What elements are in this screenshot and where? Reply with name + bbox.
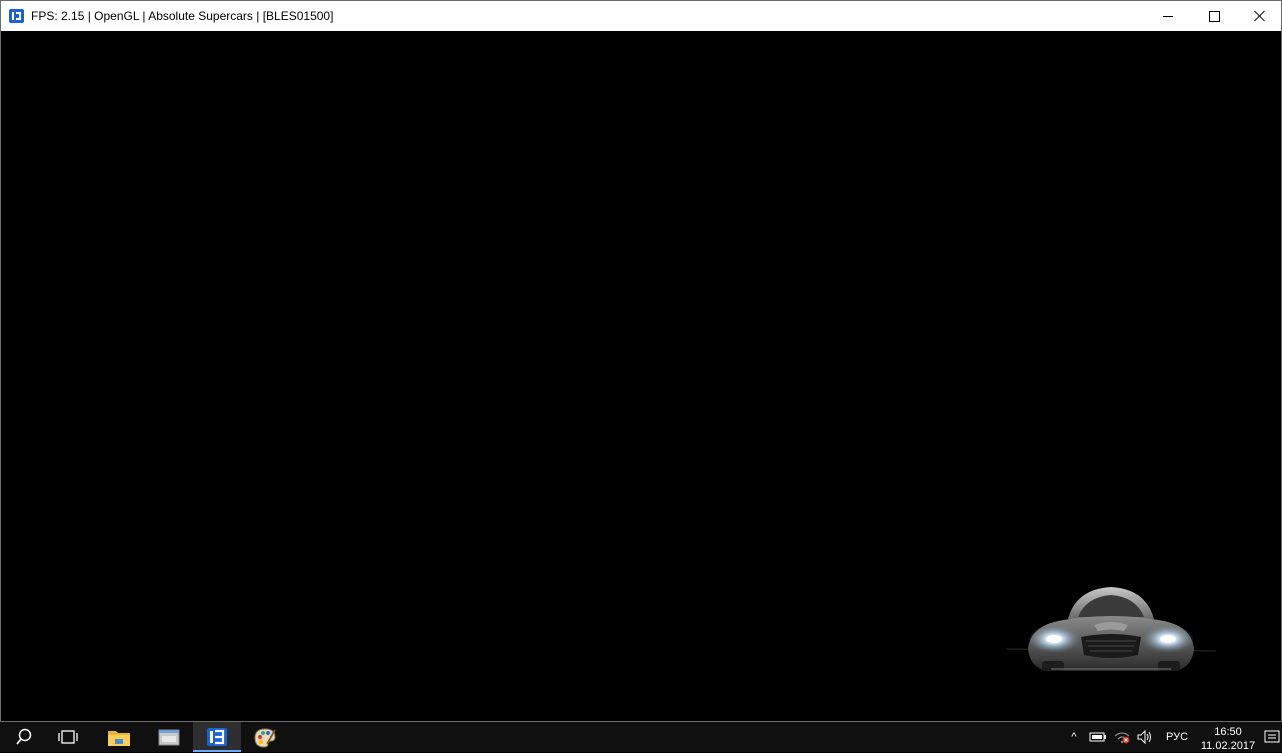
network-tray[interactable] <box>1112 722 1132 752</box>
rpcs3-icon <box>207 728 227 746</box>
taskbar-file-explorer[interactable] <box>95 722 143 752</box>
input-language[interactable]: РУС <box>1160 722 1194 752</box>
maximize-icon <box>1208 10 1220 22</box>
emulator-window: FPS: 2.15 | OpenGL | Absolute Supercars … <box>0 0 1282 722</box>
wifi-disconnected-icon <box>1114 732 1130 744</box>
task-view-icon <box>58 730 78 744</box>
window-title: FPS: 2.15 | OpenGL | Absolute Supercars … <box>31 9 334 23</box>
supercar-image <box>1006 587 1216 671</box>
show-hidden-icons-button[interactable]: ^ <box>1064 722 1084 752</box>
search-button[interactable] <box>0 722 48 752</box>
window-app-icon <box>158 729 180 746</box>
close-icon <box>1254 10 1266 22</box>
minimize-icon <box>1163 15 1173 17</box>
game-viewport[interactable] <box>1 31 1281 721</box>
taskbar-paint[interactable] <box>241 722 289 752</box>
clock-date: 11.02.2017 <box>1200 740 1256 752</box>
volume-icon <box>1137 730 1151 744</box>
action-center-button[interactable] <box>1262 722 1282 752</box>
rpcs3-icon <box>9 9 24 23</box>
search-icon <box>16 728 32 745</box>
chevron-up-icon: ^ <box>1071 731 1077 743</box>
clock[interactable]: 16:50 11.02.2017 <box>1196 725 1260 753</box>
task-view-button[interactable] <box>44 722 92 752</box>
language-label: РУС <box>1165 731 1189 743</box>
taskbar-app[interactable] <box>145 722 193 752</box>
taskbar: ^ РУС 16:50 11.02.2017 <box>0 722 1282 752</box>
notification-icon <box>1264 730 1280 743</box>
volume-tray[interactable] <box>1134 722 1156 752</box>
folder-icon <box>108 731 130 746</box>
minimize-button[interactable] <box>1145 1 1191 31</box>
battery-tray[interactable] <box>1088 722 1108 752</box>
close-button[interactable] <box>1237 1 1282 31</box>
palette-icon <box>254 728 276 748</box>
taskbar-rpcs3[interactable] <box>193 722 241 752</box>
maximize-button[interactable] <box>1191 1 1237 31</box>
title-bar[interactable]: FPS: 2.15 | OpenGL | Absolute Supercars … <box>1 1 1281 31</box>
clock-time: 16:50 <box>1214 726 1242 738</box>
battery-icon <box>1089 732 1106 742</box>
